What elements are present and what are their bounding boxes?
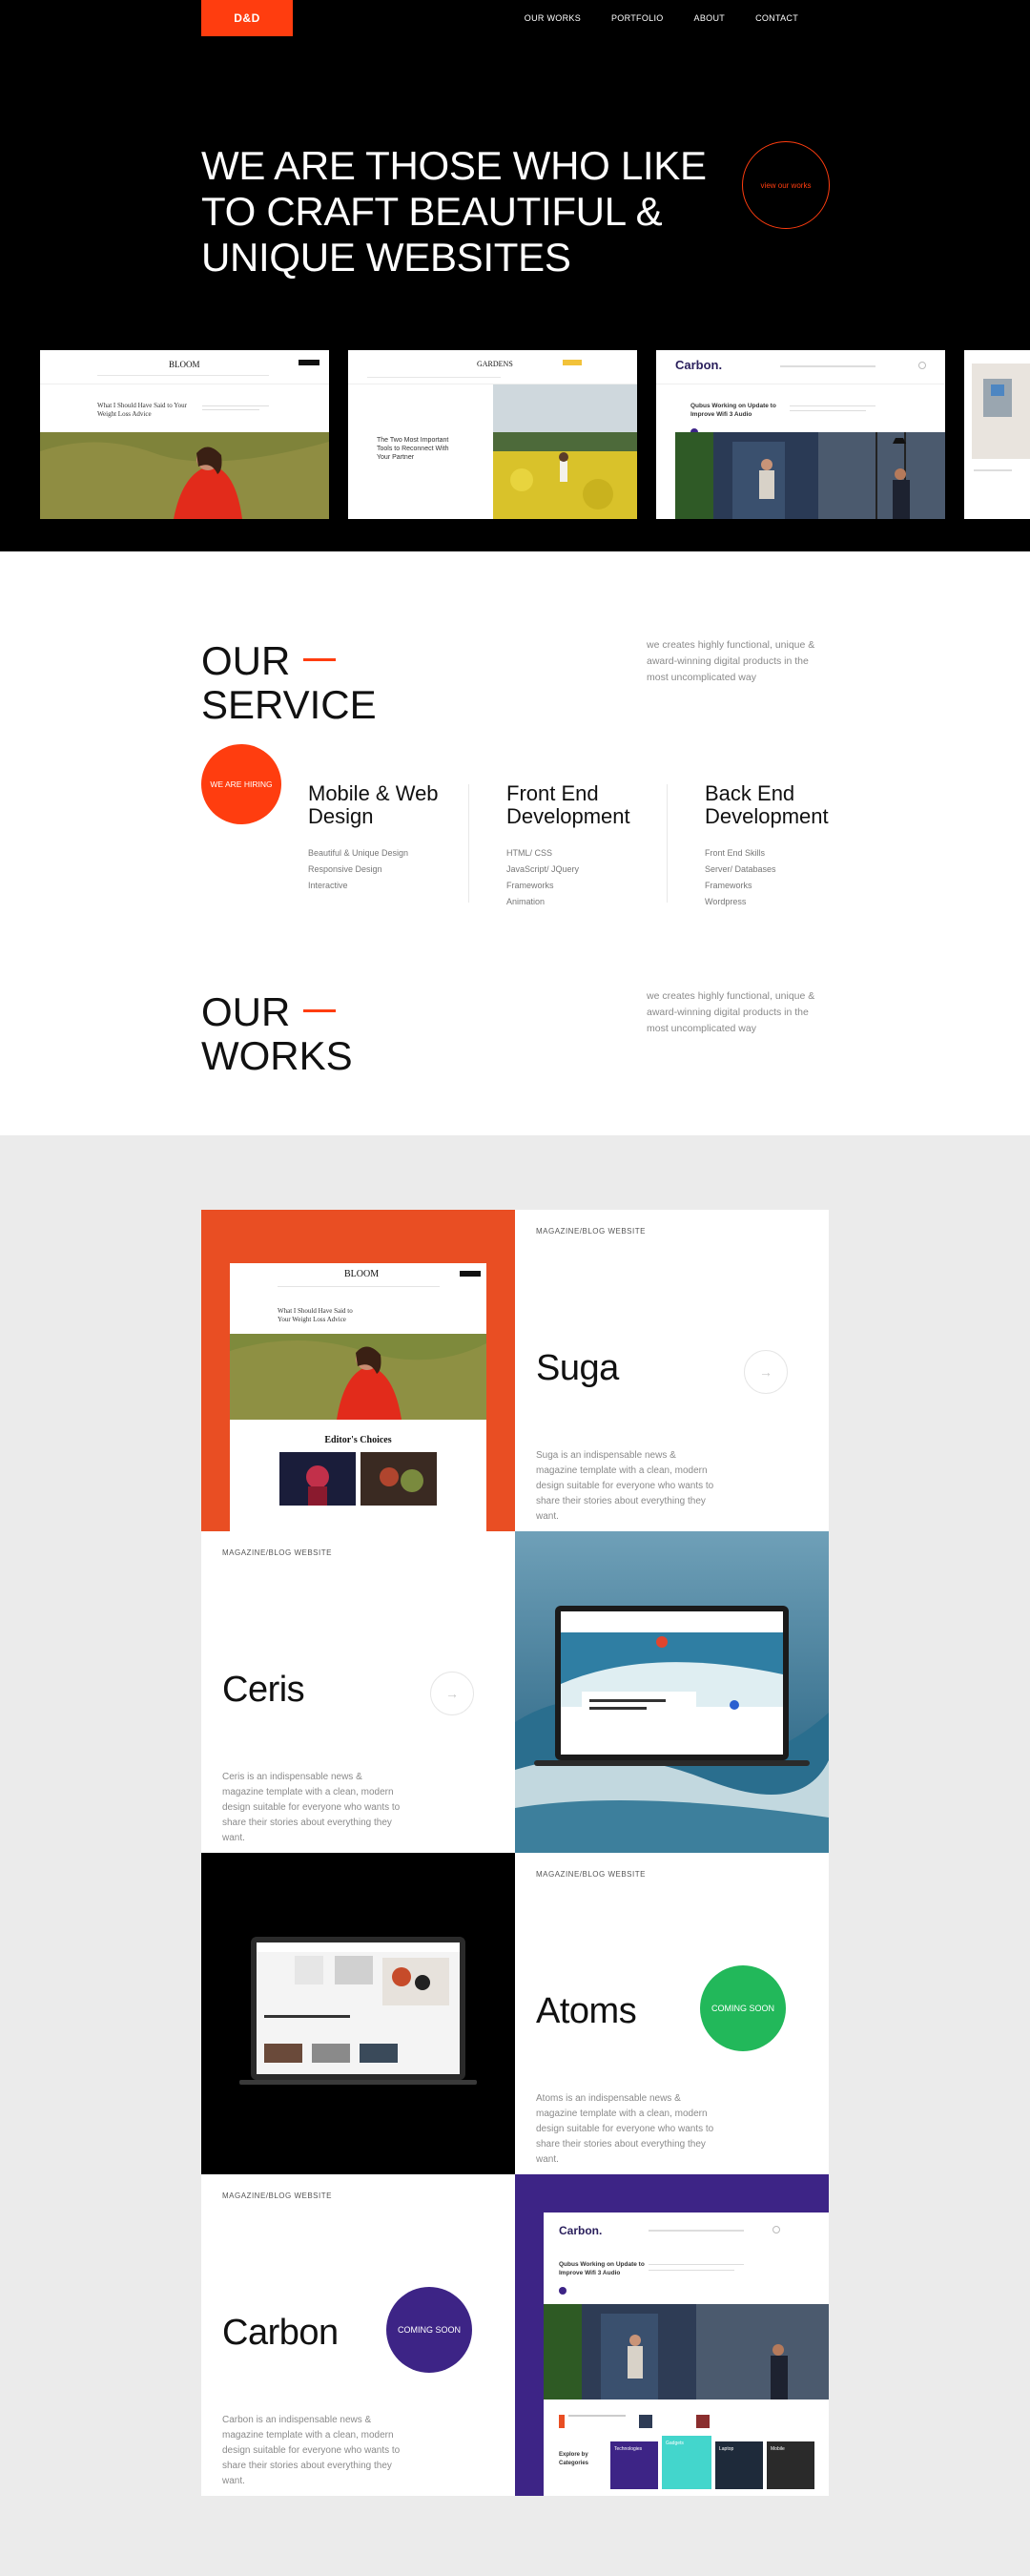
- hero-title: WE ARE THOSE WHO LIKE TO CRAFT BEAUTIFUL…: [201, 143, 707, 280]
- coming-soon-badge[interactable]: COMING SOON: [386, 2287, 472, 2373]
- suga-preview[interactable]: BLOOM What I Should Have Said to Your We…: [201, 1210, 515, 1531]
- hiring-button[interactable]: WE ARE HIRING: [201, 744, 281, 824]
- editors-photo-2: [360, 1452, 437, 1506]
- coming-soon-badge[interactable]: COMING SOON: [700, 1965, 786, 2051]
- atoms-card[interactable]: MAGAZINE/BLOG WEBSITE Atoms COMING SOON …: [515, 1853, 829, 2174]
- divider: [667, 784, 668, 903]
- carbon-mock: Carbon. Qubus Working on Update to Impro…: [544, 2212, 829, 2496]
- carbon-photo: [675, 432, 945, 519]
- editors-photo-1: [279, 1452, 356, 1506]
- work-title: Suga: [536, 1348, 619, 1388]
- ceris-preview[interactable]: [515, 1531, 829, 1853]
- ceris-card[interactable]: MAGAZINE/BLOG WEBSITE Ceris → Ceris is a…: [201, 1531, 515, 1853]
- site-logo[interactable]: D&D: [201, 0, 293, 36]
- work-title: Ceris: [222, 1670, 305, 1710]
- service-front-end: Front End Development HTML/ CSS JavaScri…: [506, 781, 630, 907]
- service-back-end: Back End Development Front End Skills Se…: [705, 781, 829, 907]
- ceris-laptop-wave: [515, 1531, 829, 1853]
- atoms-laptop: [201, 1853, 515, 2174]
- carbon-card[interactable]: MAGAZINE/BLOG WEBSITE Carbon COMING SOON…: [201, 2174, 515, 2496]
- nav-portfolio[interactable]: PORTFOLIO: [611, 13, 664, 23]
- work-title: Atoms: [536, 1991, 637, 2031]
- showcase-gardens[interactable]: GARDENS The Two Most Important Tools to …: [348, 350, 637, 519]
- arrow-right-icon[interactable]: →: [744, 1350, 788, 1394]
- bloom-mock: BLOOM What I Should Have Said to Your We…: [230, 1263, 486, 1531]
- hero-section: D&D OUR WORKS PORTFOLIO ABOUT CONTACT WE…: [0, 0, 1030, 551]
- service-mobile-web: Mobile & Web Design Beautiful & Unique D…: [308, 781, 439, 891]
- view-works-button[interactable]: view our works: [742, 141, 830, 229]
- showcase-bloom[interactable]: BLOOM What I Should Have Said to Your We…: [40, 350, 329, 519]
- service-title: OUR SERVICE: [201, 638, 377, 727]
- works-description: we creates highly functional, unique & a…: [647, 990, 815, 1034]
- service-description: we creates highly functional, unique & a…: [647, 639, 815, 683]
- main-nav: OUR WORKS PORTFOLIO ABOUT CONTACT: [525, 13, 798, 23]
- gardens-photo: [493, 384, 637, 519]
- partial-preview: [964, 350, 1030, 519]
- title-accent-dash: [303, 658, 337, 662]
- carbon-office-photo: [544, 2304, 829, 2399]
- arrow-right-icon[interactable]: →: [430, 1672, 474, 1715]
- nav-contact[interactable]: CONTACT: [755, 13, 798, 23]
- suga-card[interactable]: MAGAZINE/BLOG WEBSITE Suga → Suga is an …: [515, 1210, 829, 1531]
- divider: [468, 784, 469, 903]
- atoms-preview[interactable]: [201, 1853, 515, 2174]
- work-title: Carbon: [222, 2313, 339, 2353]
- nav-about[interactable]: ABOUT: [694, 13, 726, 23]
- showcase-partial[interactable]: [964, 350, 1030, 519]
- nav-our-works[interactable]: OUR WORKS: [525, 13, 581, 23]
- bloom-photo: [40, 432, 329, 519]
- works-title: OUR WORKS: [201, 989, 353, 1078]
- carbon-preview[interactable]: Carbon. Qubus Working on Update to Impro…: [515, 2174, 829, 2496]
- bloom-hero-photo: [230, 1334, 486, 1420]
- title-accent-dash: [303, 1009, 337, 1013]
- showcase-carbon[interactable]: Carbon. Qubus Working on Update to Impro…: [656, 350, 945, 519]
